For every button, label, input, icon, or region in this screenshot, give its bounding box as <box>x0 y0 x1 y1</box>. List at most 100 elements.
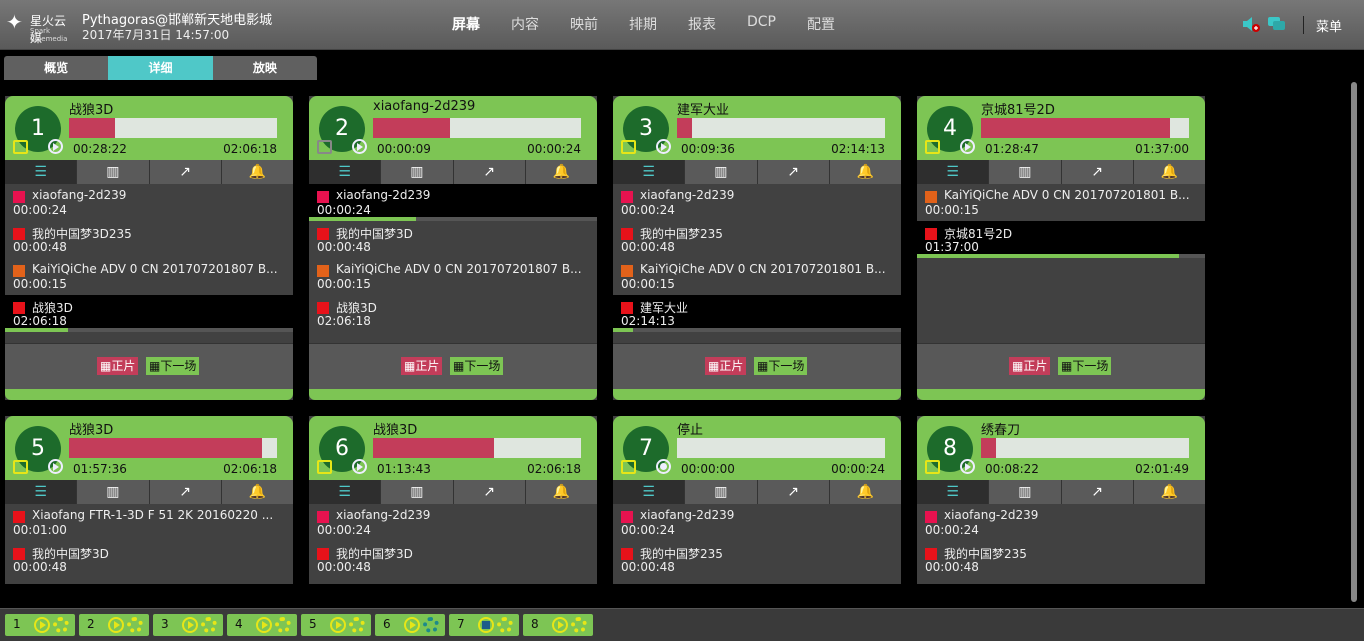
screen-status-chip[interactable]: 5 <box>301 614 371 636</box>
playlist-item[interactable]: 建军大业 02:14:13 <box>613 295 901 332</box>
playlist-item[interactable]: xiaofang-2d239 00:00:24 <box>309 184 597 221</box>
playlist-icon[interactable]: ☰ <box>5 160 78 184</box>
next-show-button[interactable]: ▦下一场 <box>146 357 200 375</box>
play-icon[interactable] <box>960 459 975 474</box>
screen-card-header[interactable]: 3 建军大业 00:09:36 02:14:13 <box>613 96 901 160</box>
play-icon[interactable] <box>960 139 975 154</box>
speaker-alert-icon[interactable] <box>1241 15 1261 33</box>
tab-playback[interactable]: 放映 <box>213 56 317 80</box>
screen-card-header[interactable]: 4 京城81号2D 01:28:47 01:37:00 <box>917 96 1205 160</box>
calendar-icon[interactable] <box>925 140 940 154</box>
screen-card-header[interactable]: 6 战狼3D 01:13:43 02:06:18 <box>309 416 597 480</box>
bell-icon[interactable]: 🔔 <box>830 480 901 504</box>
feature-button[interactable]: ▦正片 <box>401 357 443 375</box>
play-icon[interactable] <box>48 139 63 154</box>
playlist-item[interactable]: KaiYiQiChe ADV 0 CN 201707201807 B... 00:… <box>5 258 293 295</box>
playlist-item[interactable]: 战狼3D 02:06:18 <box>5 295 293 332</box>
screen-status-chip[interactable]: 8 <box>523 614 593 636</box>
playlist-item[interactable]: 战狼3D 02:06:18 <box>309 295 597 332</box>
scrollbar[interactable] <box>1349 74 1359 606</box>
playlist-item[interactable]: xiaofang-2d239 00:00:24 <box>613 184 901 221</box>
mixer-icon[interactable]: ▥ <box>989 480 1062 504</box>
screen-status-chip[interactable]: 7 <box>449 614 519 636</box>
playlist-item[interactable]: 我的中国梦3D235 00:00:48 <box>5 221 293 258</box>
scrollbar-thumb[interactable] <box>1351 82 1357 602</box>
bell-icon[interactable]: 🔔 <box>1134 480 1205 504</box>
playlist-item[interactable]: xiaofang-2d239 00:00:24 <box>309 504 597 541</box>
play-icon[interactable] <box>352 139 367 154</box>
playlist-icon[interactable]: ☰ <box>309 480 382 504</box>
playlist-item[interactable]: 我的中国梦3D 00:00:48 <box>309 221 597 258</box>
screen-card-header[interactable]: 1 战狼3D 00:28:22 02:06:18 <box>5 96 293 160</box>
next-show-button[interactable]: ▦下一场 <box>754 357 808 375</box>
export-icon[interactable]: ↗ <box>454 480 526 504</box>
export-icon[interactable]: ↗ <box>1062 480 1134 504</box>
calendar-icon[interactable] <box>621 140 636 154</box>
nav-schedule[interactable]: 排期 <box>629 14 657 34</box>
calendar-icon[interactable] <box>13 460 28 474</box>
mixer-icon[interactable]: ▥ <box>77 160 150 184</box>
playlist-item[interactable]: 我的中国梦235 00:00:48 <box>613 221 901 258</box>
feature-button[interactable]: ▦正片 <box>1009 357 1051 375</box>
playlist-icon[interactable]: ☰ <box>613 160 686 184</box>
bell-icon[interactable]: 🔔 <box>526 480 597 504</box>
nav-config[interactable]: 配置 <box>807 14 835 34</box>
mixer-icon[interactable]: ▥ <box>77 480 150 504</box>
playlist-icon[interactable]: ☰ <box>309 160 382 184</box>
play-icon[interactable] <box>48 459 63 474</box>
playlist-item[interactable]: xiaofang-2d239 00:00:24 <box>917 504 1205 541</box>
export-icon[interactable]: ↗ <box>150 480 222 504</box>
export-icon[interactable]: ↗ <box>758 160 830 184</box>
tab-detail[interactable]: 详细 <box>108 56 213 80</box>
nav-content[interactable]: 内容 <box>511 14 539 34</box>
nav-dcp[interactable]: DCP <box>747 14 776 34</box>
playlist-icon[interactable]: ☰ <box>613 480 686 504</box>
export-icon[interactable]: ↗ <box>454 160 526 184</box>
screen-status-chip[interactable]: 6 <box>375 614 445 636</box>
calendar-icon[interactable] <box>13 140 28 154</box>
mixer-icon[interactable]: ▥ <box>685 480 758 504</box>
tab-overview[interactable]: 概览 <box>4 56 108 80</box>
bell-icon[interactable]: 🔔 <box>526 160 597 184</box>
screen-card-header[interactable]: 2 xiaofang-2d239 00:00:09 00:00:24 <box>309 96 597 160</box>
feature-button[interactable]: ▦正片 <box>705 357 747 375</box>
playlist-item[interactable]: 我的中国梦3D 00:00:48 <box>5 541 293 578</box>
chat-icon[interactable] <box>1267 15 1287 33</box>
export-icon[interactable]: ↗ <box>1062 160 1134 184</box>
calendar-icon[interactable] <box>925 460 940 474</box>
playlist-item[interactable]: KaiYiQiChe ADV 0 CN 201707201807 B... 00:… <box>309 258 597 295</box>
play-icon[interactable] <box>656 139 671 154</box>
screen-status-chip[interactable]: 4 <box>227 614 297 636</box>
playlist-item[interactable]: Xiaofang FTR-1-3D F 51 2K 20160220 ... 00… <box>5 504 293 541</box>
calendar-icon[interactable] <box>317 460 332 474</box>
play-icon[interactable] <box>352 459 367 474</box>
playlist-item[interactable]: 我的中国梦3D 00:00:48 <box>309 541 597 578</box>
export-icon[interactable]: ↗ <box>150 160 222 184</box>
playlist-icon[interactable]: ☰ <box>917 160 990 184</box>
screen-status-chip[interactable]: 1 <box>5 614 75 636</box>
playlist-item[interactable]: 我的中国梦235 00:00:48 <box>613 541 901 578</box>
nav-preshow[interactable]: 映前 <box>570 14 598 34</box>
screen-card-header[interactable]: 5 战狼3D 01:57:36 02:06:18 <box>5 416 293 480</box>
playlist-item[interactable]: xiaofang-2d239 00:00:24 <box>5 184 293 221</box>
bell-icon[interactable]: 🔔 <box>222 480 293 504</box>
next-show-button[interactable]: ▦下一场 <box>1058 357 1112 375</box>
mixer-icon[interactable]: ▥ <box>381 480 454 504</box>
nav-reports[interactable]: 报表 <box>688 14 716 34</box>
nav-screens[interactable]: 屏幕 <box>452 14 480 34</box>
bell-icon[interactable]: 🔔 <box>222 160 293 184</box>
screen-status-chip[interactable]: 2 <box>79 614 149 636</box>
playlist-item[interactable]: KaiYiQiChe ADV 0 CN 201707201801 B... 00:… <box>917 184 1205 221</box>
playlist-icon[interactable]: ☰ <box>5 480 78 504</box>
stop-icon[interactable] <box>656 459 671 474</box>
mixer-icon[interactable]: ▥ <box>381 160 454 184</box>
mixer-icon[interactable]: ▥ <box>989 160 1062 184</box>
playlist-item[interactable]: KaiYiQiChe ADV 0 CN 201707201801 B... 00:… <box>613 258 901 295</box>
calendar-icon[interactable] <box>621 460 636 474</box>
calendar-icon[interactable] <box>317 140 332 154</box>
screen-status-chip[interactable]: 3 <box>153 614 223 636</box>
feature-button[interactable]: ▦正片 <box>97 357 139 375</box>
bell-icon[interactable]: 🔔 <box>830 160 901 184</box>
playlist-item[interactable]: xiaofang-2d239 00:00:24 <box>613 504 901 541</box>
playlist-icon[interactable]: ☰ <box>917 480 990 504</box>
